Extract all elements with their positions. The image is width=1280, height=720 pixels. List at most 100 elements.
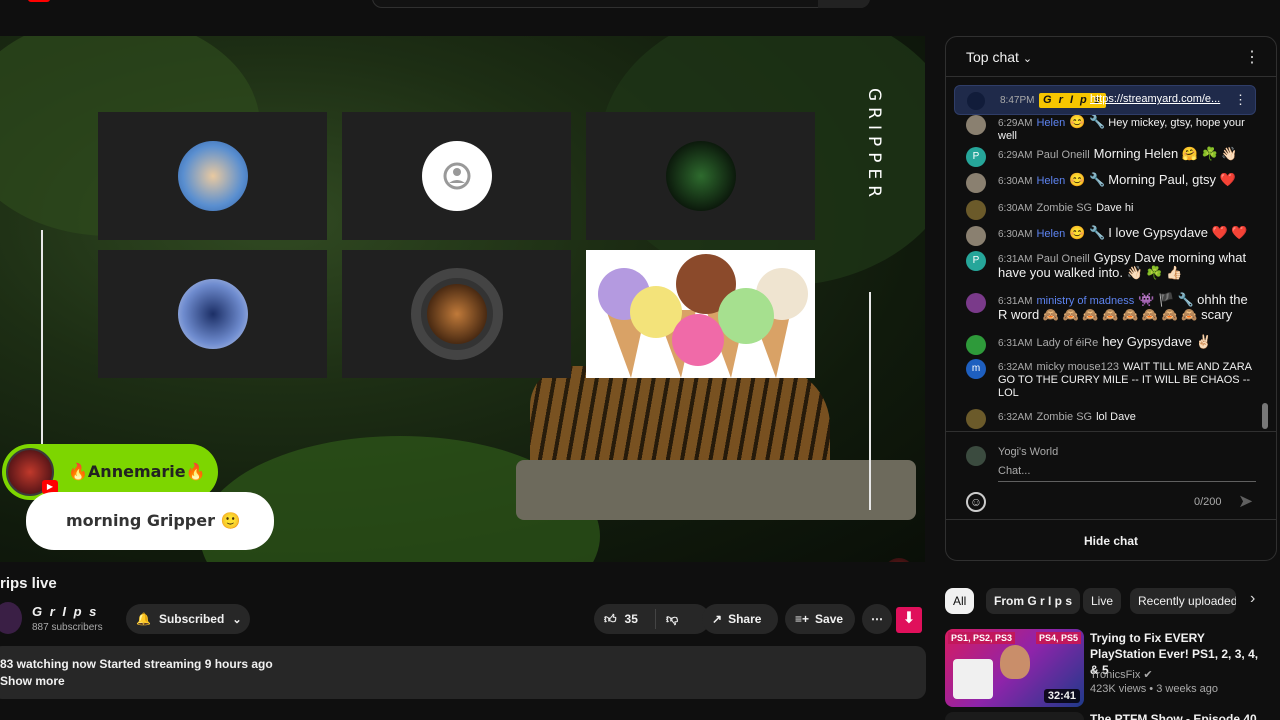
channel-watermark[interactable] bbox=[884, 558, 914, 562]
author-name[interactable]: Lady of éiRe bbox=[1036, 337, 1098, 349]
thumbnail-tag: PS1, PS2, PS3 bbox=[948, 632, 1016, 644]
video-thumbnail[interactable] bbox=[945, 712, 1084, 720]
chip-recently-uploaded[interactable]: Recently uploaded bbox=[1130, 588, 1236, 614]
chat-scrollbar[interactable] bbox=[1262, 403, 1268, 429]
chip-from-channel[interactable]: From G r I p s bbox=[986, 588, 1081, 614]
pinned-message[interactable]: 8:47PM G r I p s https://streamyard.com/… bbox=[954, 85, 1256, 115]
author-badges: 😊 🔧 bbox=[1069, 172, 1106, 187]
subscribe-label: Subscribed bbox=[158, 612, 225, 626]
chip-live[interactable]: Live bbox=[1083, 588, 1122, 614]
chat-input[interactable]: Chat... bbox=[998, 462, 1256, 482]
author-name[interactable]: Paul Oneill bbox=[1036, 253, 1089, 265]
presenter-image bbox=[1000, 645, 1030, 679]
author-avatar[interactable] bbox=[966, 409, 986, 429]
subscribe-button[interactable]: 🔔 Subscribed ⌄ bbox=[126, 604, 250, 634]
video-thumbnail[interactable]: PS1, PS2, PS3 PS4, PS5 32:41 bbox=[945, 629, 1084, 707]
chat-message: 6:30AM Helen 😊 🔧 Morning Paul, gtsy ❤️ bbox=[966, 172, 1256, 193]
author-name[interactable]: micky mouse123 bbox=[1036, 361, 1119, 373]
author-name[interactable]: ministry of madness bbox=[1036, 295, 1134, 307]
author-avatar[interactable] bbox=[966, 335, 986, 355]
top-bar bbox=[0, 0, 1280, 36]
more-vertical-icon[interactable]: ⋮ bbox=[1244, 47, 1260, 67]
verified-icon: ✔ bbox=[1143, 669, 1153, 681]
save-button[interactable]: ≡+ Save bbox=[785, 604, 855, 634]
share-button[interactable]: ↗ Share bbox=[702, 604, 778, 634]
chat-message: P 6:29AM Paul Oneill Morning Helen 🤗 ☘️ 👋🏻 bbox=[966, 146, 1256, 167]
message-time: 6:32AM bbox=[998, 362, 1033, 373]
chevron-down-icon: ⌄ bbox=[1022, 53, 1033, 65]
search-button[interactable] bbox=[818, 0, 870, 8]
author-badges: 👾 🏴 🔧 bbox=[1138, 292, 1195, 307]
pinned-author-avatar bbox=[967, 92, 985, 110]
recommended-channel[interactable]: TronicsFix ✔ bbox=[1090, 668, 1153, 681]
chevron-right-icon[interactable]: › bbox=[1250, 590, 1255, 608]
author-name[interactable]: Helen bbox=[1036, 228, 1065, 240]
author-name[interactable]: Paul Oneill bbox=[1036, 149, 1089, 161]
save-label: Save bbox=[815, 612, 844, 626]
chat-message: 6:30AM Helen 😊 🔧 I love Gypsydave ❤️ ❤️ bbox=[966, 226, 1256, 246]
commenter-name: 🔥Annemarie🔥 bbox=[68, 462, 206, 481]
search-input[interactable] bbox=[372, 0, 870, 8]
chip-all[interactable]: All bbox=[945, 588, 975, 614]
message-text: Morning Helen 🤗 ☘️ 👋🏻 bbox=[1093, 146, 1238, 161]
ice-cream-image bbox=[586, 250, 815, 378]
message-time: 6:31AM bbox=[998, 296, 1033, 307]
pinned-link[interactable]: https://streamyard.com/e... bbox=[1090, 93, 1230, 105]
share-label: Share bbox=[728, 612, 762, 626]
frame-line bbox=[869, 292, 871, 510]
download-extension-button[interactable]: ⬇ bbox=[896, 607, 922, 633]
author-name[interactable]: Zombie SG bbox=[1036, 202, 1092, 214]
chat-message: P 6:31AM Paul Oneill Gypsy Dave morning wh… bbox=[966, 251, 1256, 281]
message-time: 6:31AM bbox=[998, 254, 1033, 265]
author-avatar[interactable]: m bbox=[966, 359, 986, 379]
stream-stats: 83 watching now Started streaming 9 hour… bbox=[0, 657, 273, 671]
more-vertical-icon[interactable]: ⋮ bbox=[1234, 92, 1247, 108]
like-count: 35 bbox=[624, 612, 638, 626]
message-time: 6:30AM bbox=[998, 176, 1033, 187]
author-avatar[interactable] bbox=[966, 226, 986, 246]
description-box[interactable]: 83 watching now Started streaming 9 hour… bbox=[0, 646, 926, 699]
chat-mode-dropdown[interactable]: Top chat ⌄ bbox=[966, 49, 1032, 65]
chat-message: 6:31AM Lady of éiRe hey Gypsydave ✌🏻 bbox=[966, 335, 1256, 355]
message-time: 6:32AM bbox=[998, 412, 1033, 423]
participant-avatar bbox=[177, 279, 248, 349]
participant-avatar-speaking bbox=[410, 268, 503, 360]
author-avatar[interactable] bbox=[966, 200, 986, 220]
send-icon[interactable]: ➤ bbox=[1238, 491, 1253, 512]
channel-overlay-text: GRIPPER bbox=[864, 88, 884, 204]
youtube-logo[interactable] bbox=[28, 0, 50, 2]
emoji-icon[interactable]: ☺ bbox=[966, 492, 986, 512]
more-actions-button[interactable]: ⋯ bbox=[862, 604, 892, 634]
participant-tile bbox=[98, 112, 327, 240]
recommended-video-title[interactable]: The PTFM Show - Episode 40 bbox=[1090, 712, 1257, 720]
author-avatar[interactable] bbox=[966, 293, 986, 313]
show-more-link[interactable]: Show more bbox=[0, 674, 65, 688]
author-avatar[interactable]: P bbox=[966, 147, 986, 167]
message-text: lol Dave bbox=[1096, 411, 1136, 423]
chat-messages[interactable]: 6:29AM Helen 😊 🔧 Hey mickey, gtsy, hope yo… bbox=[946, 115, 1264, 435]
author-name[interactable]: Helen bbox=[1036, 175, 1065, 187]
like-button[interactable]: 👍︎ 35 bbox=[594, 609, 656, 629]
channel-avatar[interactable] bbox=[0, 602, 22, 634]
more-horizontal-icon: ⋯ bbox=[871, 612, 883, 626]
dislike-button[interactable]: 👎︎ bbox=[656, 612, 678, 627]
chat-message: 6:32AM Zombie SG lol Dave bbox=[966, 409, 1256, 429]
rock bbox=[516, 460, 916, 520]
author-avatar[interactable] bbox=[966, 173, 986, 193]
console-image bbox=[953, 659, 993, 699]
chat-message: m 6:32AM micky mouse123 WAIT TILL ME AND Z… bbox=[966, 359, 1256, 400]
video-duration: 32:41 bbox=[1043, 689, 1080, 703]
author-avatar[interactable] bbox=[966, 115, 986, 135]
live-chat-panel: Top chat ⌄ ⋮ 8:47PM G r I p s https://st… bbox=[945, 36, 1277, 561]
participant-tile bbox=[342, 112, 571, 240]
ice-cream-icon bbox=[598, 254, 808, 378]
hide-chat-button[interactable]: Hide chat bbox=[946, 519, 1276, 560]
bell-icon: 🔔 bbox=[136, 612, 151, 626]
author-badges: 😊 🔧 bbox=[1069, 115, 1106, 129]
author-name[interactable]: Helen bbox=[1036, 117, 1065, 129]
message-time: 6:29AM bbox=[998, 118, 1033, 129]
author-avatar[interactable]: P bbox=[966, 251, 986, 271]
channel-name[interactable]: G r I p s bbox=[32, 604, 98, 619]
thumbs-up-icon: 👍︎ bbox=[604, 611, 617, 626]
author-name[interactable]: Zombie SG bbox=[1036, 411, 1092, 423]
